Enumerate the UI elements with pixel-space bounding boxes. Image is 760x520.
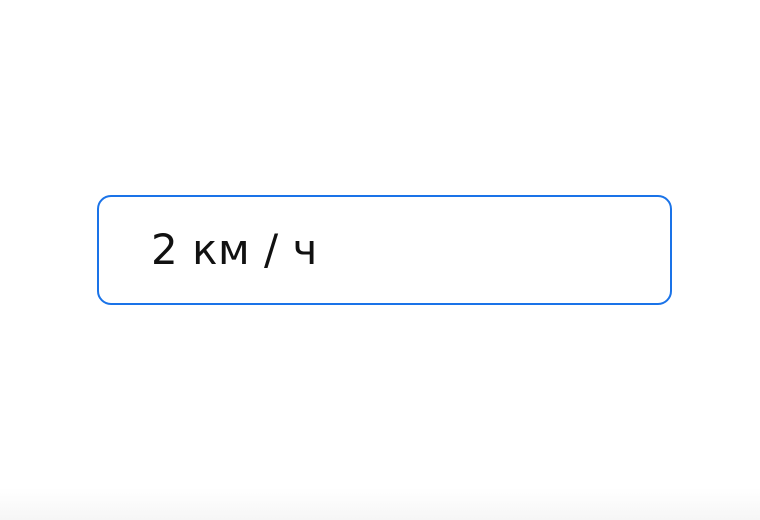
speed-input[interactable]: 2 км / ч — [97, 195, 672, 305]
page-canvas: 2 км / ч — [0, 0, 760, 520]
speed-input-value: 2 км / ч — [151, 225, 318, 274]
